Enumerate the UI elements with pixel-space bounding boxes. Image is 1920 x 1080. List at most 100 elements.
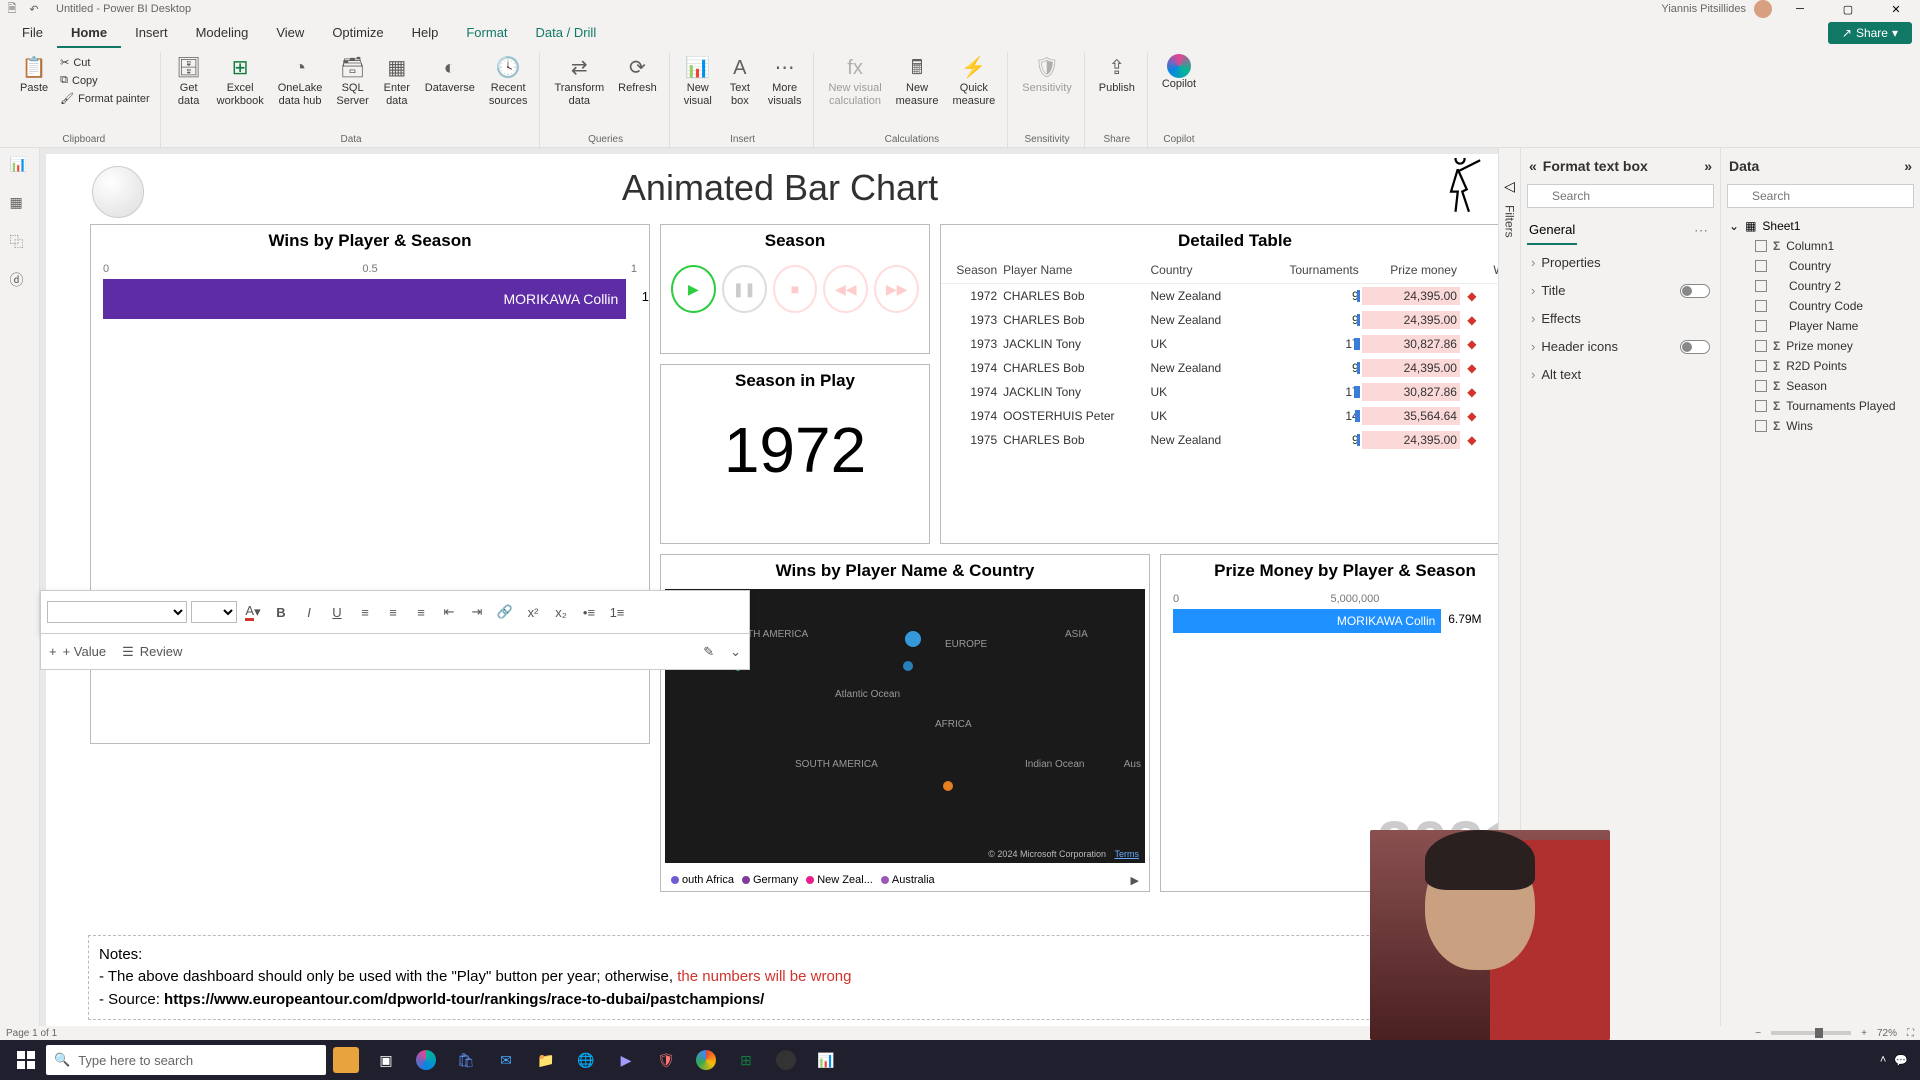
field-item[interactable]: ΣColumn1	[1727, 236, 1914, 256]
copilot-button[interactable]: Copilot	[1156, 52, 1202, 93]
sql-button[interactable]: 🗃SQL Server	[330, 52, 374, 110]
undo-icon[interactable]: ↶	[26, 1, 42, 17]
link-button[interactable]: 🔗	[493, 600, 517, 624]
checkbox[interactable]	[1755, 240, 1767, 252]
save-icon[interactable]: 🗎	[4, 1, 20, 17]
format-painter-button[interactable]: 🖌Format painter	[56, 90, 154, 107]
align-center-button[interactable]: ≡	[381, 600, 405, 624]
dax-view-icon[interactable]: ⓓ	[10, 270, 30, 290]
user-name[interactable]: Yiannis Pitsillides	[1661, 3, 1746, 15]
data-table-item[interactable]: ⌄ ▦ Sheet1	[1727, 216, 1914, 236]
field-item[interactable]: ΣR2D Points	[1727, 356, 1914, 376]
publish-button[interactable]: ⇪Publish	[1093, 52, 1141, 97]
excel-button[interactable]: ⊞Excel workbook	[211, 52, 270, 110]
copy-button[interactable]: ⧉Copy	[56, 72, 154, 89]
font-color-button[interactable]: A▾	[241, 600, 265, 624]
prev-button[interactable]: ◀◀	[823, 265, 868, 313]
quick-measure-button[interactable]: ⚡Quick measure	[946, 52, 1001, 110]
play-button[interactable]: ▶	[671, 265, 716, 313]
expand-icon[interactable]: »	[1704, 158, 1712, 174]
tab-data-drill[interactable]: Data / Drill	[522, 19, 611, 48]
checkbox[interactable]	[1755, 260, 1767, 272]
field-item[interactable]: ΣPrize money	[1727, 336, 1914, 356]
table-view-icon[interactable]: ▦	[10, 194, 30, 214]
recent-sources-button[interactable]: 🕓Recent sources	[483, 52, 534, 110]
text-format-toolbar[interactable]: A▾ B I U ≡ ≡ ≡ ⇤ ⇥ 🔗 x² x₂ •≡ 1≡	[40, 590, 750, 634]
table-row[interactable]: 1973CHARLES BobNew Zealand924,395.00◆1	[941, 308, 1520, 332]
notes-textbox[interactable]: Notes: - The above dashboard should only…	[88, 935, 1504, 1021]
data-search-input[interactable]	[1727, 184, 1914, 208]
report-view-icon[interactable]: 📊	[10, 156, 30, 176]
taskbar-app[interactable]	[326, 1040, 366, 1080]
subscript-button[interactable]: x₂	[549, 600, 573, 624]
checkbox[interactable]	[1755, 300, 1767, 312]
more-icon[interactable]: ⋯	[1688, 216, 1714, 245]
format-card[interactable]: ›Alt text	[1527, 361, 1714, 389]
taskbar-app[interactable]: 📊	[806, 1040, 846, 1080]
avatar[interactable]	[1754, 0, 1772, 18]
taskbar-app[interactable]: 🌐	[566, 1040, 606, 1080]
pause-button[interactable]: ❚❚	[722, 265, 767, 313]
italic-button[interactable]: I	[297, 600, 321, 624]
expand-icon[interactable]: ◁	[1504, 178, 1515, 195]
fit-icon[interactable]: ⛶	[1907, 1028, 1914, 1039]
taskbar-app[interactable]: 🛡	[646, 1040, 686, 1080]
general-tab[interactable]: General	[1527, 216, 1577, 245]
tab-home[interactable]: Home	[57, 19, 121, 48]
checkbox[interactable]	[1755, 340, 1767, 352]
review-button[interactable]: ☰Review	[122, 644, 182, 660]
field-item[interactable]: ΣWins	[1727, 416, 1914, 436]
paste-button[interactable]: 📋Paste	[14, 52, 54, 97]
toggle[interactable]	[1680, 284, 1710, 298]
share-button[interactable]: ↗ Share ▾	[1828, 22, 1912, 44]
table-row[interactable]: 1974OOSTERHUIS PeterUK1435,564.64◆1	[941, 404, 1520, 428]
field-item[interactable]: ΣSeason	[1727, 376, 1914, 396]
format-card[interactable]: ›Header icons	[1527, 333, 1714, 361]
stop-button[interactable]: ■	[773, 265, 818, 313]
superscript-button[interactable]: x²	[521, 600, 545, 624]
viz-season-card[interactable]: Season in Play 1972	[660, 364, 930, 544]
transform-button[interactable]: ⇄Transform data	[548, 52, 610, 110]
taskbar-app[interactable]	[686, 1040, 726, 1080]
checkbox[interactable]	[1755, 360, 1767, 372]
checkbox[interactable]	[1755, 280, 1767, 292]
bold-button[interactable]: B	[269, 600, 293, 624]
table-row[interactable]: 1972CHARLES BobNew Zealand924,395.00◆1	[941, 284, 1520, 308]
more-visuals-button[interactable]: ⋯More visuals	[762, 52, 808, 110]
tab-modeling[interactable]: Modeling	[182, 19, 263, 48]
font-size-select[interactable]	[191, 601, 237, 623]
toggle[interactable]	[1680, 340, 1710, 354]
format-search-input[interactable]	[1527, 184, 1714, 208]
tab-help[interactable]: Help	[398, 19, 453, 48]
collapse-icon[interactable]: «	[1529, 158, 1537, 174]
number-list-button[interactable]: 1≡	[605, 600, 629, 624]
checkbox[interactable]	[1755, 400, 1767, 412]
dataverse-button[interactable]: ◐Dataverse	[419, 52, 481, 97]
format-card[interactable]: ›Effects	[1527, 305, 1714, 333]
taskbar-app[interactable]: ⊞	[726, 1040, 766, 1080]
checkbox[interactable]	[1755, 380, 1767, 392]
align-left-button[interactable]: ≡	[353, 600, 377, 624]
minimize-icon[interactable]: ─	[1780, 1, 1820, 17]
cut-button[interactable]: ✂Cut	[56, 54, 154, 71]
add-value-button[interactable]: ++ Value	[49, 644, 106, 659]
get-data-button[interactable]: 🗄Get data	[169, 52, 209, 110]
legend-scroll-icon[interactable]: ▶	[1131, 874, 1139, 887]
field-item[interactable]: Player Name	[1727, 316, 1914, 336]
font-family-select[interactable]	[47, 601, 187, 623]
taskbar-app[interactable]: ▶	[606, 1040, 646, 1080]
start-button[interactable]	[6, 1040, 46, 1080]
terms-link[interactable]: Terms	[1115, 849, 1140, 859]
indent-increase-button[interactable]: ⇥	[465, 600, 489, 624]
zoom-out-icon[interactable]: −	[1755, 1028, 1761, 1039]
new-visual-button[interactable]: 📊New visual	[678, 52, 718, 110]
taskbar-app[interactable]: 🛍	[446, 1040, 486, 1080]
table-row[interactable]: 1975CHARLES BobNew Zealand924,395.00◆1	[941, 428, 1520, 452]
field-item[interactable]: Country 2	[1727, 276, 1914, 296]
table-row[interactable]: 1974CHARLES BobNew Zealand924,395.00◆1	[941, 356, 1520, 380]
tab-insert[interactable]: Insert	[121, 19, 182, 48]
maximize-icon[interactable]: ▢	[1828, 1, 1868, 17]
tab-format[interactable]: Format	[452, 19, 521, 48]
enter-data-button[interactable]: ▦Enter data	[377, 52, 417, 110]
field-item[interactable]: Country Code	[1727, 296, 1914, 316]
